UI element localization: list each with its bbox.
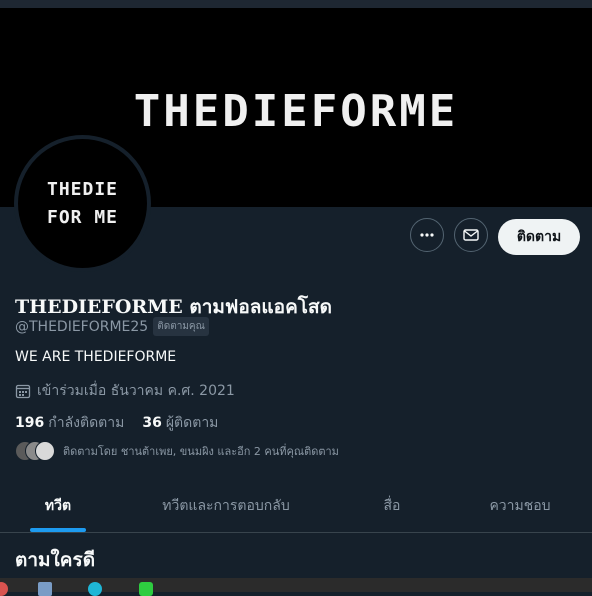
joined-date-row: เข้าร่วมเมื่อ ธันวาคม ค.ศ. 2021 <box>15 380 235 402</box>
tab-likes[interactable]: ความชอบ <box>448 480 592 532</box>
follow-counts: 196 กำลังติดตาม 36 ผู้ติดตาม <box>15 412 218 434</box>
taskbar-app-icon[interactable] <box>88 582 102 596</box>
banner-logo-text: THEDIEFORME <box>133 86 459 137</box>
message-button[interactable] <box>454 218 488 252</box>
profile-bio: WE ARE THEDIEFORME <box>15 349 177 365</box>
follows-you-badge: ติดตามคุณ <box>153 317 209 336</box>
followed-by-avatars <box>15 441 55 461</box>
handle-row: @THEDIEFORME25 ติดตามคุณ <box>15 317 209 336</box>
following-label: กำลังติดตาม <box>48 415 125 431</box>
os-taskbar <box>0 578 592 596</box>
followers-label: ผู้ติดตาม <box>165 415 219 431</box>
taskbar-app-icon[interactable] <box>38 582 52 596</box>
browser-top-strip <box>0 0 592 8</box>
joined-date-text: เข้าร่วมเมื่อ ธันวาคม ค.ศ. 2021 <box>37 383 235 399</box>
mail-icon <box>463 229 479 241</box>
who-to-follow-heading: ตามใครดี <box>15 549 96 571</box>
follow-button[interactable]: ติดตาม <box>498 219 580 255</box>
avatar-text-line2: FOR ME <box>46 206 119 228</box>
tab-media[interactable]: สื่อ <box>336 480 448 532</box>
followers-link[interactable]: 36 ผู้ติดตาม <box>142 415 218 431</box>
following-count: 196 <box>15 415 45 431</box>
calendar-icon <box>15 384 31 399</box>
mini-avatar <box>35 441 55 461</box>
user-handle: @THEDIEFORME25 <box>15 318 149 335</box>
taskbar-app-icon[interactable] <box>0 582 8 596</box>
followed-by-text: ติดตามโดย ชานต้าเพย, ขนมผิง และอีก 2 คนท… <box>63 445 339 458</box>
taskbar-app-icon[interactable] <box>139 582 153 596</box>
profile-avatar[interactable]: THEDIE FOR ME <box>14 135 151 272</box>
more-button[interactable] <box>410 218 444 252</box>
tab-tweets-and-replies[interactable]: ทวีตและการตอบกลับ <box>116 480 336 532</box>
profile-tabs: ทวีต ทวีตและการตอบกลับ สื่อ ความชอบ <box>0 480 592 533</box>
following-link[interactable]: 196 กำลังติดตาม <box>15 415 124 431</box>
tab-tweets[interactable]: ทวีต <box>0 480 116 532</box>
more-icon <box>420 233 434 237</box>
active-tab-indicator <box>30 528 86 532</box>
followers-count: 36 <box>142 415 162 431</box>
followed-by-row[interactable]: ติดตามโดย ชานต้าเพย, ขนมผิง และอีก 2 คนท… <box>15 441 339 461</box>
avatar-text-line1: THEDIE <box>46 178 119 200</box>
